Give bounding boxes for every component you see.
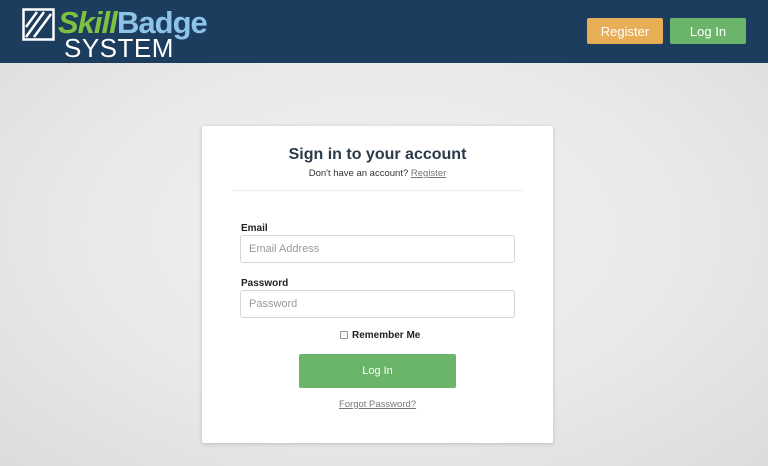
login-card: Sign in to your account Don't have an ac… bbox=[202, 126, 553, 443]
login-nav-button[interactable]: Log In bbox=[670, 18, 746, 44]
remember-me[interactable]: Remember Me bbox=[340, 329, 420, 341]
signup-prompt-text: Don't have an account? bbox=[308, 168, 411, 179]
logo-mark-icon bbox=[22, 8, 55, 41]
divider bbox=[232, 190, 523, 191]
site-logo[interactable]: Skill Badge SYSTEM bbox=[22, 5, 222, 63]
submit-login-button[interactable]: Log In bbox=[299, 354, 456, 388]
remember-me-checkbox[interactable] bbox=[340, 331, 348, 339]
signup-prompt: Don't have an account? Register bbox=[202, 168, 553, 179]
page-title: Sign in to your account bbox=[288, 146, 467, 163]
register-button[interactable]: Register bbox=[587, 18, 663, 44]
logo-word-system: SYSTEM bbox=[64, 33, 174, 63]
register-link[interactable]: Register bbox=[411, 168, 446, 179]
email-label: Email bbox=[241, 223, 268, 234]
top-navbar: Skill Badge SYSTEM Register Log In bbox=[0, 0, 768, 63]
password-label: Password bbox=[241, 278, 289, 289]
email-field[interactable] bbox=[240, 235, 515, 263]
password-field[interactable] bbox=[240, 290, 515, 318]
remember-me-label: Remember Me bbox=[352, 329, 421, 341]
forgot-password-link[interactable]: Forgot Password? bbox=[202, 399, 553, 410]
